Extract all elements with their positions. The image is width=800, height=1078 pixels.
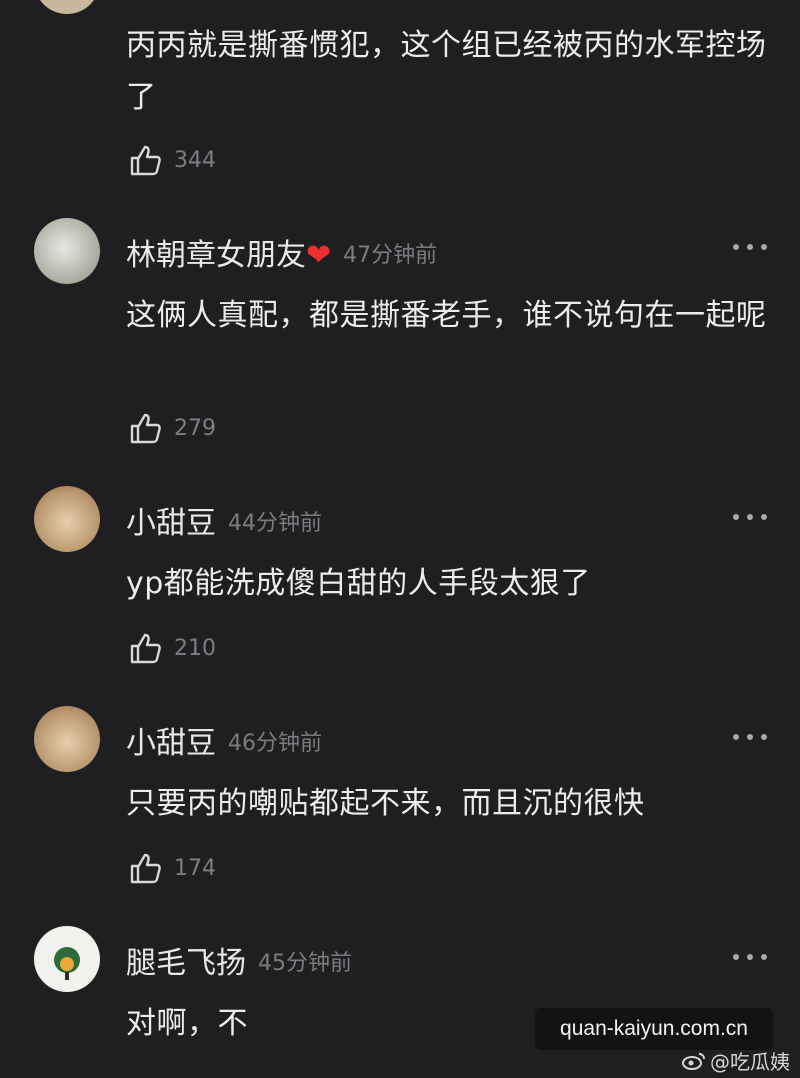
avatar[interactable] xyxy=(34,486,100,552)
like-button[interactable]: 344 xyxy=(128,140,216,180)
timestamp: 45分钟前 xyxy=(258,951,352,976)
weibo-logo-icon xyxy=(682,1052,705,1070)
timestamp: 47分钟前 xyxy=(343,243,438,268)
comment-text: 只要丙的嘲贴都起不来，而且沉的很快 xyxy=(126,786,645,821)
avatar[interactable] xyxy=(34,706,100,772)
like-button[interactable]: 210 xyxy=(128,628,216,668)
like-count: 344 xyxy=(174,147,216,173)
watermark: quan-kaiyun.com.cn xyxy=(535,1008,773,1050)
timestamp: 44分钟前 xyxy=(228,511,322,536)
comment-text: 这俩人真配，都是撕番老手，谁不说句在一起呢 xyxy=(126,298,767,333)
username[interactable]: 腿毛飞扬 45分钟前 xyxy=(126,938,352,982)
avatar[interactable] xyxy=(34,218,100,284)
more-options-button[interactable] xyxy=(733,514,767,522)
more-options-button[interactable] xyxy=(733,244,767,252)
like-button[interactable]: 279 xyxy=(128,408,216,448)
thumbs-up-icon xyxy=(130,633,161,664)
thumbs-up-icon xyxy=(130,145,161,176)
avatar[interactable] xyxy=(34,0,100,14)
like-count: 279 xyxy=(174,415,216,441)
like-count: 174 xyxy=(174,855,216,881)
username[interactable]: 林朝章女朋友❤ 47分钟前 xyxy=(126,230,437,274)
more-options-button[interactable] xyxy=(733,954,767,962)
comment-text: 丙丙就是撕番惯犯，这个组已经被丙的水军控场了 xyxy=(126,28,767,115)
timestamp: 46分钟前 xyxy=(228,731,322,756)
like-button[interactable]: 174 xyxy=(128,848,216,888)
comment-text: yp都能洗成傻白甜的人手段太狠了 xyxy=(126,566,591,601)
username[interactable]: 小甜豆 44分钟前 xyxy=(126,498,322,542)
thumbs-up-icon xyxy=(130,413,161,444)
avatar-illustration xyxy=(54,947,80,980)
avatar[interactable] xyxy=(34,926,100,992)
heart-emoji: ❤ xyxy=(306,238,332,273)
like-count: 210 xyxy=(174,635,216,661)
thumbs-up-icon xyxy=(130,853,161,884)
username[interactable]: 小甜豆 46分钟前 xyxy=(126,718,322,762)
weibo-handle: @吃瓜姨 xyxy=(682,1046,790,1075)
more-options-button[interactable] xyxy=(733,734,767,742)
